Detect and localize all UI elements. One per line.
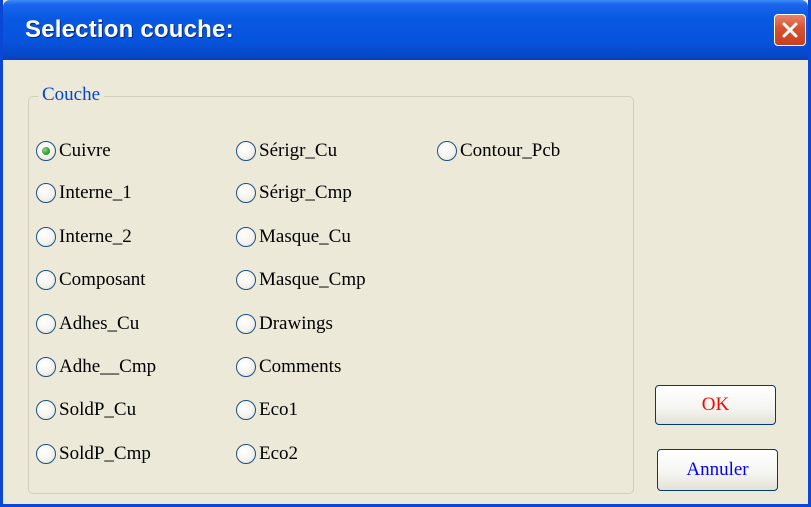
radio-soldp-cu[interactable]: SoldP_Cu xyxy=(36,399,136,421)
radio-label: Interne_2 xyxy=(59,226,132,247)
radio-label: Drawings xyxy=(259,313,333,334)
close-button[interactable] xyxy=(774,14,806,46)
radio-label: Masque_Cmp xyxy=(259,269,366,290)
radio-label: SoldP_Cu xyxy=(59,399,137,420)
radio-contour-pcb[interactable]: Contour_Pcb xyxy=(437,140,560,162)
radio-label: Adhe__Cmp xyxy=(59,356,157,377)
radio-label: Adhes_Cu xyxy=(59,313,140,334)
ok-button[interactable]: OK xyxy=(655,385,776,425)
radio-masque-cmp[interactable]: Masque_Cmp xyxy=(236,269,366,291)
radio-unselected-icon xyxy=(437,141,457,161)
radio-unselected-icon xyxy=(236,270,256,290)
radio-composant[interactable]: Composant xyxy=(36,269,146,291)
radio-serigr-cmp[interactable]: Sérigr_Cmp xyxy=(236,182,352,204)
radio-label: SoldP_Cmp xyxy=(59,443,151,464)
radio-masque-cu[interactable]: Masque_Cu xyxy=(236,226,351,248)
close-icon xyxy=(782,22,798,38)
radio-interne-1[interactable]: Interne_1 xyxy=(36,182,132,204)
radio-soldp-cmp[interactable]: SoldP_Cmp xyxy=(36,443,151,465)
radio-label: Cuivre xyxy=(59,140,111,161)
radio-unselected-icon xyxy=(236,400,256,420)
radio-label: Composant xyxy=(59,269,146,290)
radio-unselected-icon xyxy=(236,357,256,377)
radio-comments[interactable]: Comments xyxy=(236,356,341,378)
title-bar[interactable]: Selection couche: xyxy=(3,0,808,60)
groupbox-legend: Couche xyxy=(38,84,105,106)
radio-adhes-cu[interactable]: Adhes_Cu xyxy=(36,313,139,335)
radio-label: Eco1 xyxy=(259,399,299,420)
radio-label: Contour_Pcb xyxy=(460,140,561,161)
radio-serigr-cu[interactable]: Sérigr_Cu xyxy=(236,140,337,162)
radio-adhe-cmp[interactable]: Adhe__Cmp xyxy=(36,356,156,378)
radio-eco1[interactable]: Eco1 xyxy=(236,399,298,421)
radio-label: Eco2 xyxy=(259,443,299,464)
radio-interne-2[interactable]: Interne_2 xyxy=(36,226,132,248)
radio-unselected-icon xyxy=(236,444,256,464)
radio-unselected-icon xyxy=(236,141,256,161)
radio-label: Interne_1 xyxy=(59,182,132,203)
radio-unselected-icon xyxy=(36,444,56,464)
radio-unselected-icon xyxy=(36,227,56,247)
radio-selected-icon xyxy=(36,141,56,161)
radio-unselected-icon xyxy=(236,183,256,203)
radio-unselected-icon xyxy=(236,314,256,334)
window-title: Selection couche: xyxy=(25,16,234,43)
radio-cuivre[interactable]: Cuivre xyxy=(36,140,111,162)
radio-unselected-icon xyxy=(236,227,256,247)
radio-unselected-icon xyxy=(36,357,56,377)
radio-label: Sérigr_Cmp xyxy=(259,182,352,203)
radio-label: Sérigr_Cu xyxy=(259,140,338,161)
radio-label: Masque_Cu xyxy=(259,226,351,247)
cancel-button[interactable]: Annuler xyxy=(657,449,778,491)
radio-unselected-icon xyxy=(36,270,56,290)
radio-unselected-icon xyxy=(36,314,56,334)
radio-label: Comments xyxy=(259,356,342,377)
radio-unselected-icon xyxy=(36,183,56,203)
radio-unselected-icon xyxy=(36,400,56,420)
radio-eco2[interactable]: Eco2 xyxy=(236,443,298,465)
radio-drawings[interactable]: Drawings xyxy=(236,313,333,335)
